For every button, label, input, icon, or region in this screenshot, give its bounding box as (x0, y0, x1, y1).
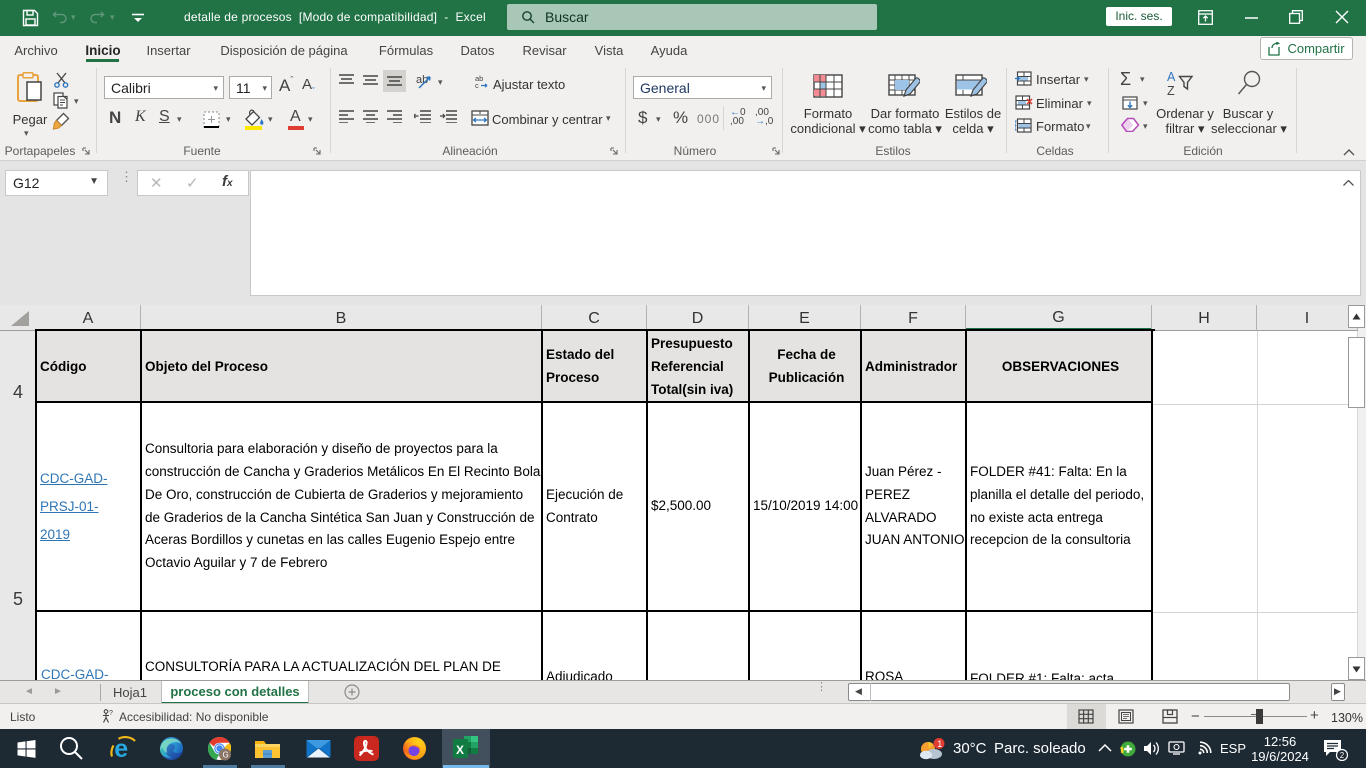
svg-text:e: e (114, 735, 128, 762)
svg-text:X: X (456, 743, 464, 757)
svg-text:1: 1 (937, 739, 942, 749)
svg-text:?: ? (109, 710, 113, 717)
svg-text:c: c (475, 81, 479, 89)
svg-text:2: 2 (1340, 751, 1345, 760)
svg-text:A: A (1167, 70, 1176, 84)
svg-text:Z: Z (1167, 84, 1175, 97)
svg-text:G: G (223, 751, 229, 760)
